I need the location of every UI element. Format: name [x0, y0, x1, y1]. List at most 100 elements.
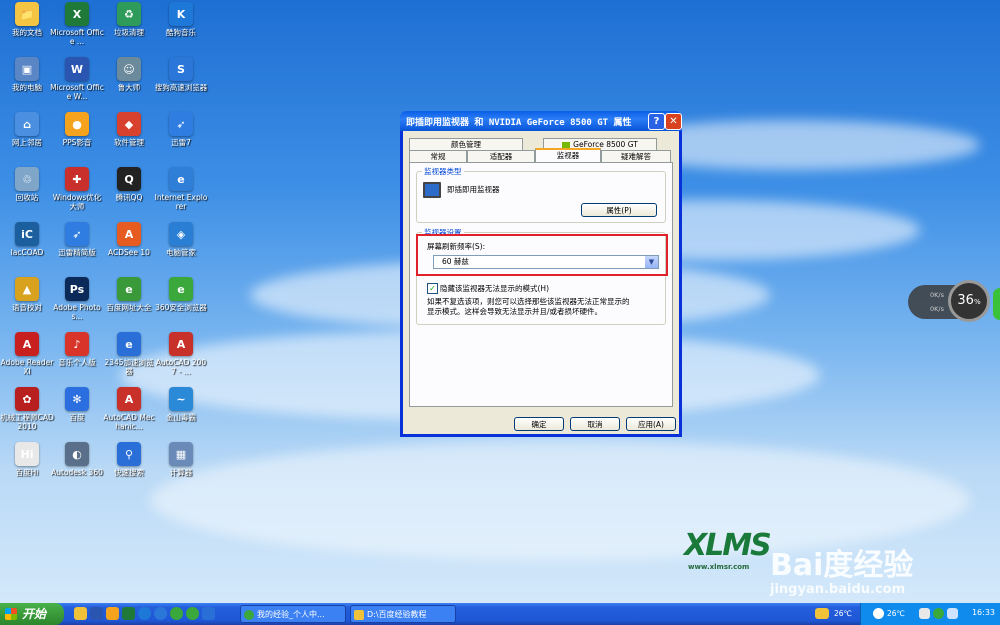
desktop-icon[interactable]: A AutoCAD 2007 - ... [154, 332, 208, 376]
desktop-icon[interactable]: ✿ 机械工程师CAD2010 [0, 387, 54, 431]
desktop-icon[interactable]: ▣ 我的电脑 [0, 57, 54, 92]
upload-speed: 0K/s [930, 291, 944, 299]
desktop-icon[interactable]: A ACDSee 10 [102, 222, 156, 257]
desktop-icon[interactable]: K 酷狗音乐 [154, 2, 208, 37]
system-tray: 26℃ 16:33 [860, 603, 1000, 625]
start-button[interactable]: 开始 [0, 603, 64, 625]
desktop-icon[interactable]: Q 腾讯QQ [102, 167, 156, 202]
quicklaunch-sogou-icon[interactable] [154, 607, 167, 620]
desktop-icon[interactable]: ✻ 百度 [50, 387, 104, 422]
task-browser[interactable]: 我的经验_个人中... [240, 605, 346, 623]
windows-flag-icon [5, 608, 17, 620]
browser-icon [244, 610, 254, 620]
quicklaunch-extra-icon[interactable] [202, 607, 215, 620]
weather-temp-2: 26℃ [887, 609, 905, 618]
volume-icon[interactable] [947, 608, 958, 619]
desktop-icon[interactable]: ▦ 计算器 [154, 442, 208, 477]
desktop-icon[interactable]: A AutoCAD Mechanic... [102, 387, 156, 431]
hide-modes-label: 隐藏该监视器无法显示的模式(H) [440, 284, 549, 293]
desktop-icon[interactable]: X Microsoft Office ... [50, 2, 104, 46]
help-button[interactable]: ? [648, 113, 665, 130]
desktop-icon[interactable]: ◆ 软件管理 [102, 112, 156, 147]
app-icon: ▦ [169, 442, 193, 466]
app-icon: ✚ [65, 167, 89, 191]
desktop-icon-label: 腾讯QQ [115, 193, 143, 202]
desktop-icon-label: Microsoft Office W... [50, 83, 104, 101]
desktop-icon[interactable]: Hi 百度Hi [0, 442, 54, 477]
desktop-icon[interactable]: S 搜狗高速浏览器 [154, 57, 208, 92]
app-icon: ▲ [15, 277, 39, 301]
apply-button[interactable]: 应用(A) [626, 417, 676, 431]
task-folder[interactable]: D:\百度经验教程 [350, 605, 456, 623]
weather-cloud-icon[interactable] [815, 608, 829, 619]
desktop-icon[interactable]: A Adobe Reader XI [0, 332, 54, 376]
desktop-icon[interactable]: ▲ 语音校对 [0, 277, 54, 312]
task-browser-label: 我的经验_个人中... [257, 610, 325, 619]
desktop-icon[interactable]: ◐ Autodesk 360 [50, 442, 104, 477]
quicklaunch-word-icon[interactable] [90, 607, 103, 620]
app-icon: ▣ [15, 57, 39, 81]
app-icon: S [169, 57, 193, 81]
close-button[interactable]: ✕ [665, 113, 682, 130]
quicklaunch-excel-icon[interactable] [122, 607, 135, 620]
app-icon: ~ [169, 387, 193, 411]
desktop-icon[interactable]: W Microsoft Office W... [50, 57, 104, 101]
desktop-icon[interactable]: ⌂ 网上邻居 [0, 112, 54, 147]
quicklaunch-folder-icon[interactable] [74, 607, 87, 620]
desktop-icon[interactable]: 📁 我的文档 [0, 2, 54, 37]
quicklaunch-360-icon[interactable] [170, 607, 183, 620]
desktop-icon-label: 鲁大师 [117, 83, 141, 92]
weather-icon[interactable] [873, 608, 884, 619]
tab-color-management[interactable]: 颜色管理 [409, 138, 523, 150]
hide-modes-checkbox[interactable]: ✓ [427, 283, 438, 294]
app-icon: Q [117, 167, 141, 191]
desktop-icon[interactable]: e Internet Explorer [154, 167, 208, 211]
desktop-icon[interactable]: ~ 金山毒霸 [154, 387, 208, 422]
desktop-icon-label: 迅雷7 [171, 138, 191, 147]
desktop-icon[interactable]: ♻ 垃圾清理 [102, 2, 156, 37]
quicklaunch-kugou-icon[interactable] [138, 607, 151, 620]
tab-adapter[interactable]: 适配器 [467, 150, 535, 162]
desktop-icon[interactable]: ➶ 迅雷7 [154, 112, 208, 147]
desktop-icon[interactable]: ♲ 回收站 [0, 167, 54, 202]
ok-button[interactable]: 确定 [514, 417, 564, 431]
app-icon: A [117, 222, 141, 246]
tab-troubleshoot[interactable]: 疑难解答 [601, 150, 671, 162]
tab-monitor[interactable]: 监视器 [535, 148, 601, 162]
desktop-icon[interactable]: ✚ Windows优化大师 [50, 167, 104, 211]
tab-row-2: 常规 适配器 监视器 疑难解答 [409, 148, 671, 162]
tab-general[interactable]: 常规 [409, 150, 467, 162]
app-icon: A [15, 332, 39, 356]
desktop-icon-label: 搜狗高速浏览器 [154, 83, 208, 92]
desktop-icon-label: 软件管理 [114, 138, 144, 147]
desktop-icon[interactable]: ➶ 迅雷精简版 [50, 222, 104, 257]
highlight-box [416, 234, 668, 276]
desktop-icon[interactable]: ☺ 鲁大师 [102, 57, 156, 92]
monitor-icon [423, 182, 441, 198]
desktop-icon-label: Adobe Reader XI [0, 358, 54, 376]
dialog-titlebar[interactable]: 即插即用监视器 和 NVIDIA GeForce 8500 GT 属性 ? ✕ [400, 111, 682, 131]
app-icon: e [117, 277, 141, 301]
desktop-icon[interactable]: e 2345加速浏览器 [102, 332, 156, 376]
desktop-icon[interactable]: iC IacCOAD [0, 222, 54, 257]
quicklaunch-qq-icon[interactable] [106, 607, 119, 620]
memory-gauge[interactable]: 36% [948, 280, 990, 322]
desktop-icon[interactable]: Ps Adobe Photos... [50, 277, 104, 321]
security-icon[interactable] [933, 608, 944, 619]
desktop-icon[interactable]: e 百度网址大全 [102, 277, 156, 312]
app-icon: Ps [65, 277, 89, 301]
desktop-icon[interactable]: ◈ 电脑管家 [154, 222, 208, 257]
desktop-icon[interactable]: ● PPS影音 [50, 112, 104, 147]
properties-button[interactable]: 属性(P) [581, 203, 657, 217]
quicklaunch-ie-icon[interactable] [186, 607, 199, 620]
green-orb[interactable] [993, 288, 1000, 320]
cancel-button[interactable]: 取消 [570, 417, 620, 431]
desktop-icon[interactable]: ♪ 音乐个人版 [50, 332, 104, 367]
desktop-icon[interactable]: ⚲ 快速搜索 [102, 442, 156, 477]
baidu-jingyan-logo: Bai度经验 [770, 548, 914, 583]
app-icon: 📁 [15, 2, 39, 26]
desktop-icon[interactable]: e 360安全浏览器 [154, 277, 208, 312]
shield-icon[interactable] [919, 608, 930, 619]
clock[interactable]: 16:33 [972, 608, 995, 617]
desktop-icon-label: 电脑管家 [166, 248, 196, 257]
